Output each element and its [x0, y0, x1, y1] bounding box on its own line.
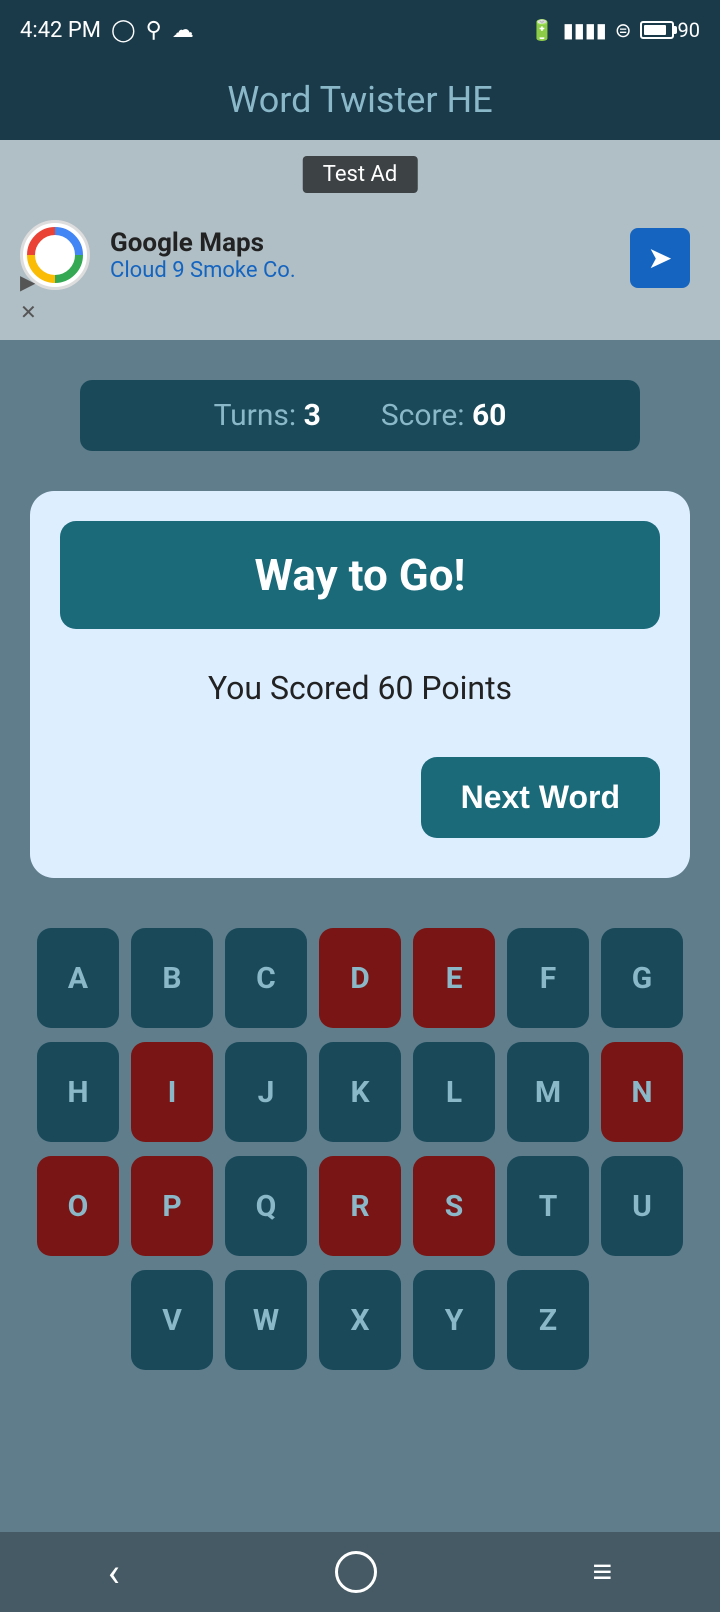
ad-controls: ▶ ✕ [20, 270, 37, 324]
app-title: Word Twister HE [227, 79, 492, 121]
modal-score-text: You Scored 60 Points [208, 669, 512, 707]
score-label: Score: [381, 398, 465, 433]
menu-button[interactable]: ≡ [592, 1552, 612, 1592]
signal-icon: ▮▮▮▮ [563, 18, 607, 42]
key-w[interactable]: W [225, 1270, 307, 1370]
key-f[interactable]: F [507, 928, 589, 1028]
cloud-icon: ☁ [172, 18, 194, 43]
score-bar: Turns: 3 Score: 60 [80, 380, 640, 451]
keyboard-row-0: ABCDEFG [37, 928, 683, 1028]
ad-subtitle: Cloud 9 Smoke Co. [110, 258, 296, 283]
key-v[interactable]: V [131, 1270, 213, 1370]
status-bar: 4:42 PM ◯ ⚲ ☁ 🔋 ▮▮▮▮ ⊜ 90 [0, 0, 720, 60]
key-t[interactable]: T [507, 1156, 589, 1256]
modal-header: Way to Go! [60, 521, 660, 629]
key-d[interactable]: D [319, 928, 401, 1028]
score-display: Score: 60 [381, 398, 507, 433]
ad-label: Test Ad [303, 156, 418, 193]
time-display: 4:42 PM [20, 18, 101, 43]
vibrate-icon: 🔋 [530, 18, 555, 42]
key-y[interactable]: Y [413, 1270, 495, 1370]
home-button[interactable] [335, 1551, 377, 1593]
ad-arrow-button[interactable]: ➤ [630, 228, 690, 288]
status-left: 4:42 PM ◯ ⚲ ☁ [20, 18, 194, 43]
keyboard-row-1: HIJKLMN [37, 1042, 683, 1142]
key-k[interactable]: K [319, 1042, 401, 1142]
key-m[interactable]: M [507, 1042, 589, 1142]
key-q[interactable]: Q [225, 1156, 307, 1256]
key-s[interactable]: S [413, 1156, 495, 1256]
key-l[interactable]: L [413, 1042, 495, 1142]
status-right: 🔋 ▮▮▮▮ ⊜ 90 [530, 18, 700, 42]
key-z[interactable]: Z [507, 1270, 589, 1370]
ad-play-icon[interactable]: ▶ [20, 270, 37, 294]
modal-dialog: Way to Go! You Scored 60 Points Next Wor… [30, 491, 690, 878]
turns-value: 3 [304, 398, 321, 433]
key-a[interactable]: A [37, 928, 119, 1028]
usb-icon: ⚲ [146, 18, 162, 43]
key-e[interactable]: E [413, 928, 495, 1028]
ad-banner[interactable]: Test Ad Google Maps Cloud 9 Smoke Co. ➤ … [0, 140, 720, 340]
next-word-button[interactable]: Next Word [421, 757, 660, 838]
key-h[interactable]: H [37, 1042, 119, 1142]
ad-company-name: Google Maps [110, 228, 296, 258]
key-j[interactable]: J [225, 1042, 307, 1142]
turns-label: Turns: [214, 398, 297, 433]
bottom-nav: ‹ ≡ [0, 1532, 720, 1612]
whatsapp-icon: ◯ [111, 18, 136, 43]
key-p[interactable]: P [131, 1156, 213, 1256]
key-r[interactable]: R [319, 1156, 401, 1256]
title-bar: Word Twister HE [0, 60, 720, 140]
key-x[interactable]: X [319, 1270, 401, 1370]
ad-content: Google Maps Cloud 9 Smoke Co. [20, 220, 296, 290]
ad-close-icon[interactable]: ✕ [20, 300, 37, 324]
ad-text: Google Maps Cloud 9 Smoke Co. [110, 228, 296, 283]
battery-level: 90 [678, 18, 700, 42]
key-o[interactable]: O [37, 1156, 119, 1256]
key-g[interactable]: G [601, 928, 683, 1028]
key-b[interactable]: B [131, 928, 213, 1028]
key-i[interactable]: I [131, 1042, 213, 1142]
key-c[interactable]: C [225, 928, 307, 1028]
keyboard-area: ABCDEFGHIJKLMNOPQRSTUVWXYZ [0, 908, 720, 1390]
battery-icon [640, 21, 674, 39]
back-button[interactable]: ‹ [108, 1549, 120, 1596]
wifi-icon: ⊜ [615, 18, 632, 42]
score-value: 60 [472, 398, 506, 433]
key-u[interactable]: U [601, 1156, 683, 1256]
modal-title: Way to Go! [255, 549, 466, 601]
keyboard-row-2: OPQRSTU [37, 1156, 683, 1256]
turns-display: Turns: 3 [214, 398, 321, 433]
keyboard-row-3: VWXYZ [131, 1270, 589, 1370]
battery-container: 90 [640, 18, 700, 42]
key-n[interactable]: N [601, 1042, 683, 1142]
